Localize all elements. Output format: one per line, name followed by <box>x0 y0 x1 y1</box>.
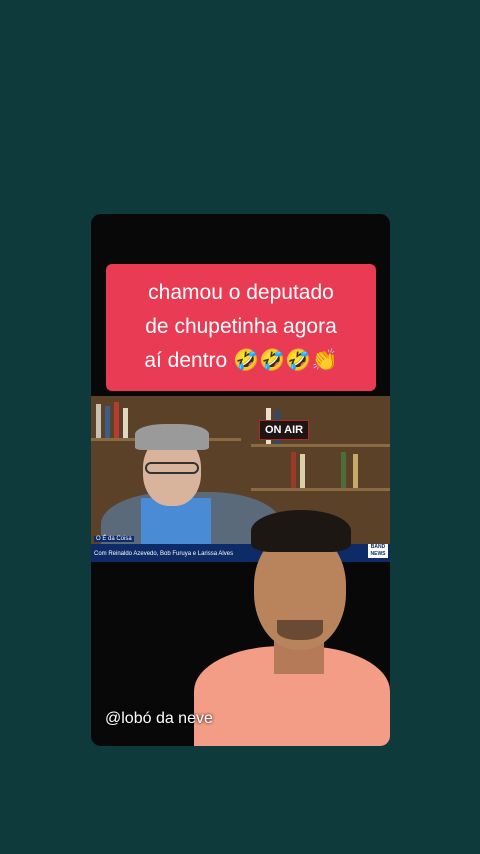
bookshelf <box>251 444 390 447</box>
book <box>114 402 119 438</box>
channel-logo: BAND NEWS <box>368 544 388 558</box>
host-glasses <box>145 462 199 474</box>
caption-line-3: aí dentro 🤣🤣🤣👏 <box>144 349 338 372</box>
book <box>123 408 128 438</box>
bookshelf <box>251 488 390 491</box>
video-card[interactable]: chamou o deputado de chupetinha agora aí… <box>91 214 390 746</box>
host-cap <box>135 424 209 450</box>
show-title: O É da Coisa <box>94 536 134 542</box>
caption-line-1: chamou o deputado <box>148 281 334 304</box>
reactor-hair <box>251 510 351 552</box>
caption-box: chamou o deputado de chupetinha agora aí… <box>106 264 376 391</box>
book <box>353 454 358 488</box>
watermark-handle: @lobó da neve <box>105 710 213 727</box>
book <box>341 452 346 488</box>
on-air-sign: ON AIR <box>259 420 310 440</box>
book <box>105 406 110 438</box>
reactor-beard <box>277 620 323 640</box>
book <box>291 452 296 488</box>
book <box>300 454 305 488</box>
show-subtitle: Com Reinaldo Azevedo, Bob Furuya e Laris… <box>94 551 234 557</box>
book <box>96 404 101 438</box>
caption-line-2: de chupetinha agora <box>145 315 337 338</box>
